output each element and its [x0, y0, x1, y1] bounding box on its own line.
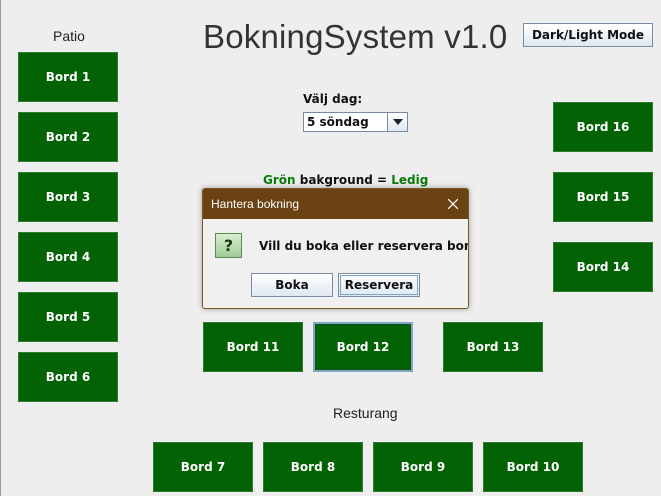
table-button-9[interactable]: Bord 9	[373, 442, 473, 492]
table-button-8[interactable]: Bord 8	[263, 442, 363, 492]
table-button-6[interactable]: Bord 6	[18, 352, 118, 402]
table-button-5[interactable]: Bord 5	[18, 292, 118, 342]
legend-status-word: Ledig	[391, 173, 429, 187]
legend-middle: bakground =	[295, 173, 392, 187]
table-button-10[interactable]: Bord 10	[483, 442, 583, 492]
dialog-title: Hantera bokning	[211, 197, 300, 211]
legend-text: Grön bakground = Ledig	[263, 173, 428, 187]
dialog-message: Vill du boka eller reservera bordet?	[259, 239, 469, 253]
table-button-1[interactable]: Bord 1	[18, 52, 118, 102]
chevron-down-icon[interactable]	[387, 113, 407, 131]
table-button-2[interactable]: Bord 2	[18, 112, 118, 162]
dialog-body: ? Vill du boka eller reservera bordet? B…	[203, 219, 469, 308]
patio-section-label: Patio	[53, 28, 85, 44]
table-button-12[interactable]: Bord 12	[313, 322, 413, 372]
book-button[interactable]: Boka	[251, 273, 333, 297]
table-button-3[interactable]: Bord 3	[18, 172, 118, 222]
day-select-value: 5 söndag	[307, 115, 369, 129]
table-button-13[interactable]: Bord 13	[443, 322, 543, 372]
legend-color-word: Grön	[263, 173, 296, 187]
reserve-button[interactable]: Reservera	[338, 273, 420, 297]
dialog-titlebar[interactable]: Hantera bokning	[203, 189, 468, 219]
booking-dialog: Hantera bokning ? Vill du boka eller res…	[202, 188, 469, 309]
day-select[interactable]: 5 söndag	[303, 112, 408, 132]
restaurant-section-label: Resturang	[333, 405, 398, 421]
table-button-16[interactable]: Bord 16	[553, 102, 653, 152]
table-button-15[interactable]: Bord 15	[553, 172, 653, 222]
question-icon: ?	[215, 233, 242, 258]
close-icon[interactable]	[438, 189, 468, 219]
table-button-14[interactable]: Bord 14	[553, 242, 653, 292]
day-picker-label: Välj dag:	[303, 92, 363, 106]
app-title: BokningSystem v1.0	[203, 18, 508, 55]
dark-light-mode-button[interactable]: Dark/Light Mode	[523, 23, 653, 47]
table-button-7[interactable]: Bord 7	[153, 442, 253, 492]
table-button-4[interactable]: Bord 4	[18, 232, 118, 282]
table-button-11[interactable]: Bord 11	[203, 322, 303, 372]
